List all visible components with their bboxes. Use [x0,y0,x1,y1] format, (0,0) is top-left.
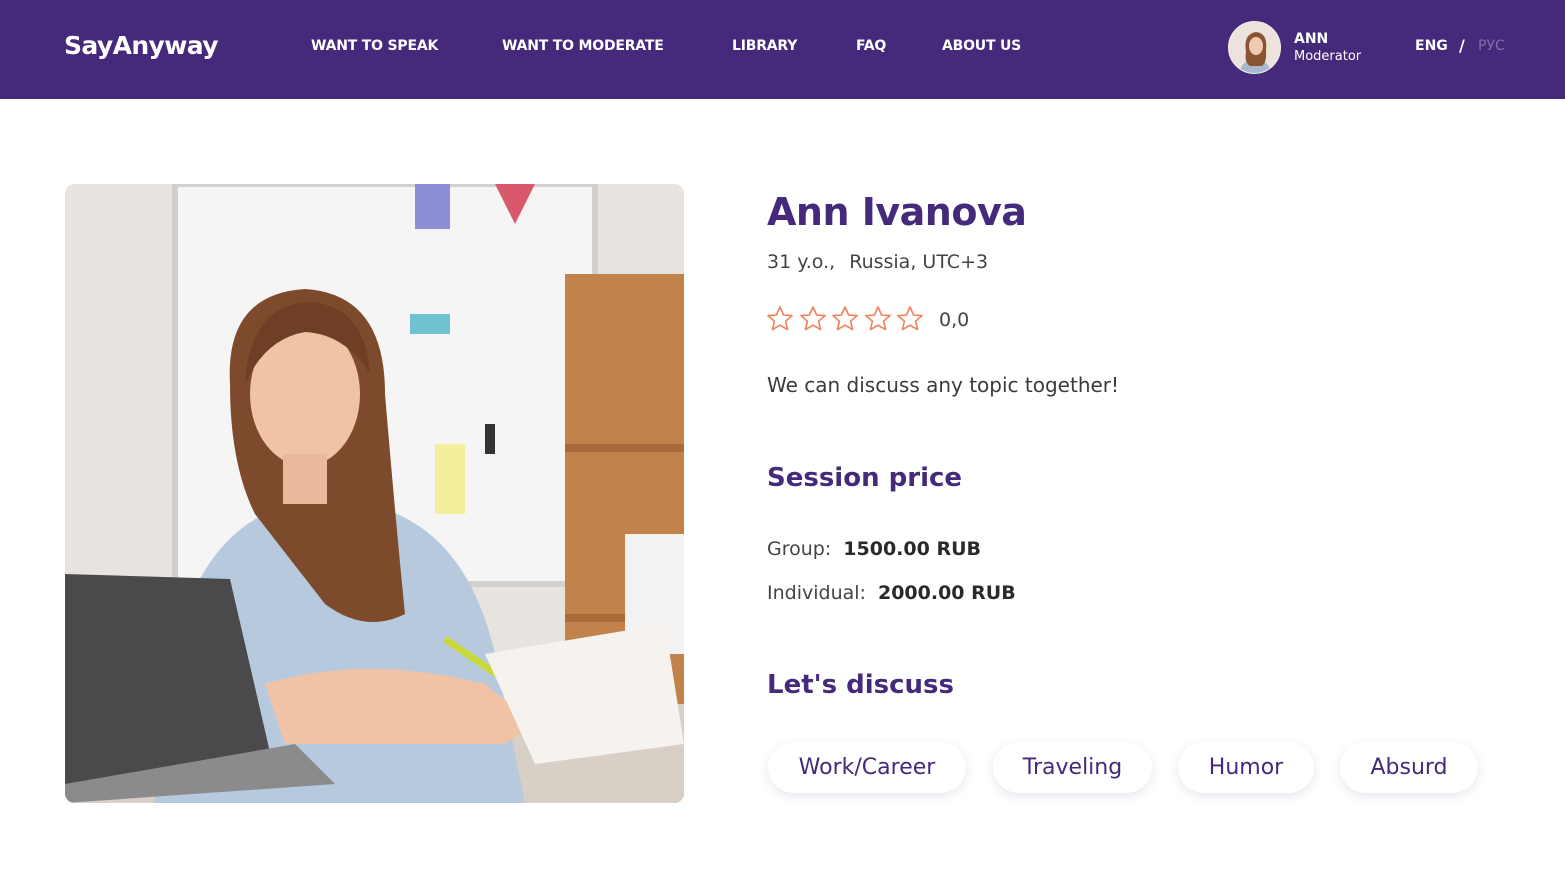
star-icon [799,306,826,331]
top-navigation-bar: SayAnyway WANT TO SPEAK WANT TO MODERATE… [0,0,1565,99]
price-group-value: 1500.00 RUB [843,538,981,560]
user-avatar-image [1229,22,1280,73]
nav-want-to-moderate[interactable]: WANT TO MODERATE [502,38,664,54]
user-role: Moderator [1294,49,1362,64]
avatar[interactable] [1228,21,1281,74]
lets-discuss-title: Let's discuss [767,670,954,700]
profile-bio: We can discuss any topic together! [767,373,1120,397]
topic-tag-traveling[interactable]: Traveling [993,742,1152,793]
nav-about-us[interactable]: ABOUT US [942,38,1021,54]
profile-age: 31 y.o., [767,251,836,273]
nav-library[interactable]: LIBRARY [732,38,797,54]
user-name: ANN [1294,31,1329,47]
topic-tag-absurd[interactable]: Absurd [1340,742,1478,793]
nav-want-to-speak[interactable]: WANT TO SPEAK [311,38,438,54]
price-group: Group: 1500.00 RUB [767,538,981,560]
profile-meta: 31 y.o., Russia, UTC+3 [767,251,996,273]
star-icon [864,306,891,331]
nav-faq[interactable]: FAQ [856,38,886,54]
topic-tag-work-career[interactable]: Work/Career [768,742,966,793]
profile-name: Ann Ivanova [767,190,1027,234]
price-individual: Individual: 2000.00 RUB [767,582,1016,604]
price-individual-value: 2000.00 RUB [877,582,1016,604]
profile-location: Russia, UTC+3 [849,251,989,273]
profile-photo [65,184,684,803]
price-group-label: Group: [767,538,832,560]
language-rus[interactable]: РУС [1478,38,1505,54]
topic-tag-humor[interactable]: Humor [1178,742,1314,793]
star-icon [897,306,923,331]
site-logo[interactable]: SayAnyway [64,31,219,60]
rating-value: 0,0 [939,309,970,331]
price-individual-label: Individual: [767,582,866,604]
language-separator: / [1459,36,1465,55]
language-eng[interactable]: ENG [1415,38,1448,54]
star-icon [767,306,793,331]
session-price-title: Session price [767,463,963,493]
star-icon [832,306,858,331]
